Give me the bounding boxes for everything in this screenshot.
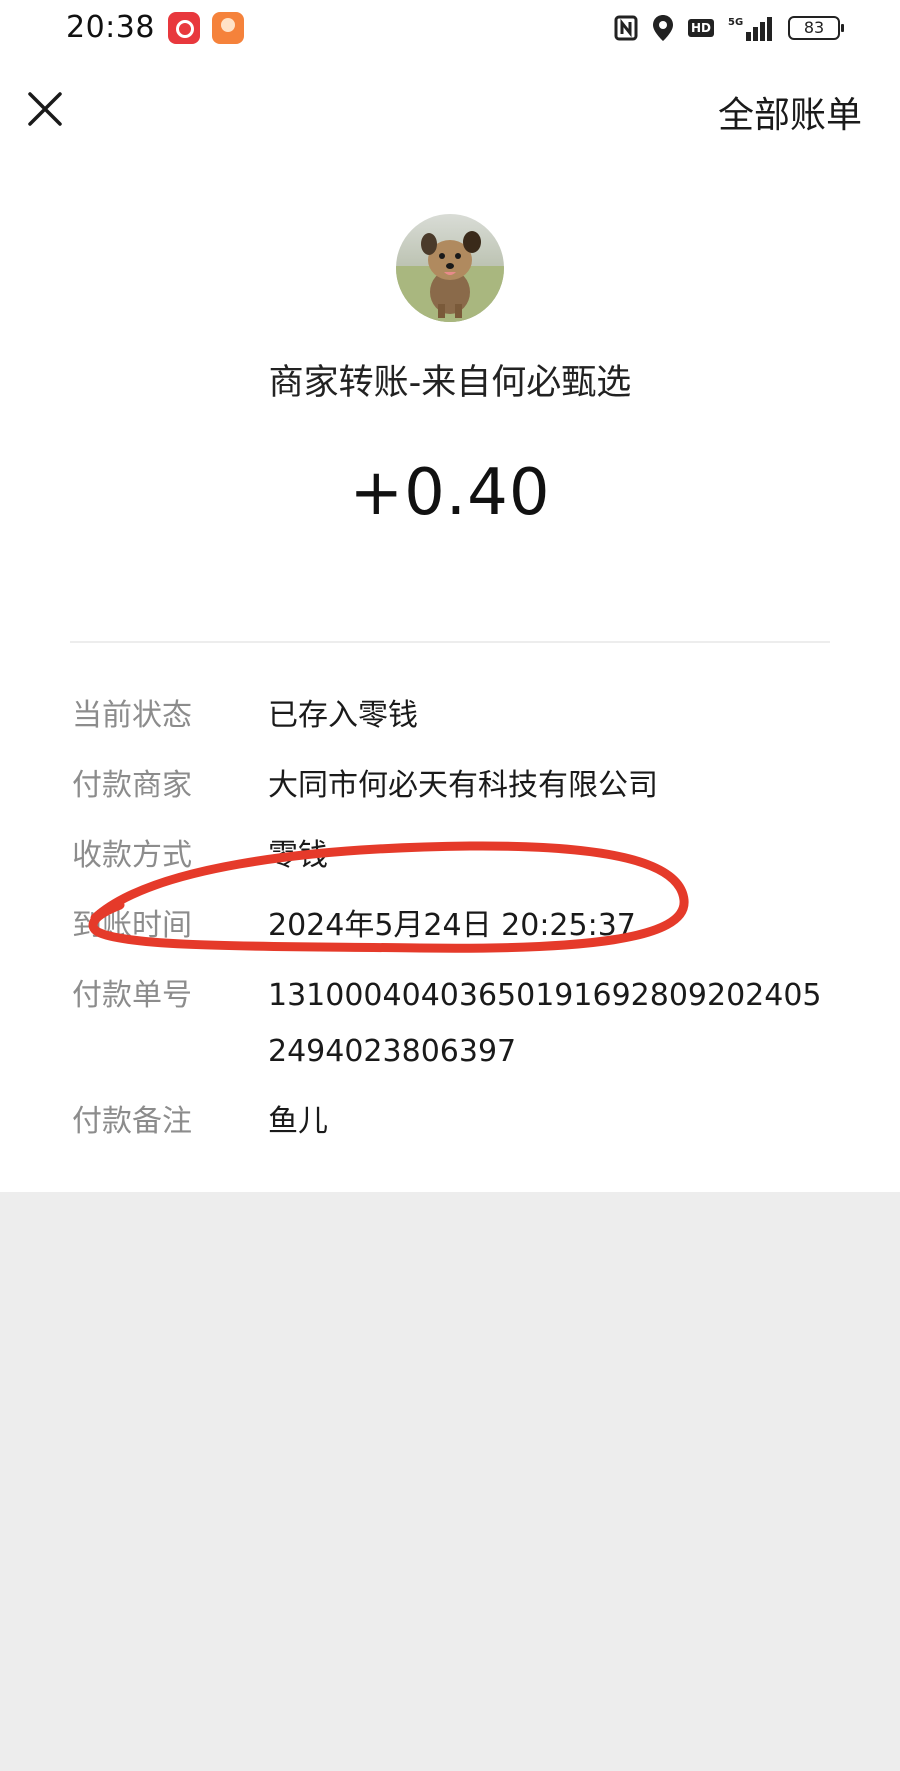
detail-value: 鱼儿 <box>268 1104 328 1139</box>
close-icon <box>28 92 62 126</box>
empty-background <box>0 1192 900 1771</box>
divider <box>70 641 830 643</box>
nfc-icon <box>614 15 638 41</box>
close-button[interactable] <box>22 86 68 132</box>
detail-label: 当前状态 <box>72 698 192 733</box>
detail-value: 2024年5月24日 20:25:37 <box>268 908 636 943</box>
hd-icon: HD <box>687 19 714 37</box>
detail-row-order-number: 付款单号 13100040403650191692809202405249402… <box>72 974 832 1080</box>
status-time: 20:38 <box>66 10 155 45</box>
merchant-title: 商家转账-来自何必甄选 <box>268 363 632 403</box>
status-bar: 20:38 HD 5G 83 <box>0 0 900 56</box>
detail-row-receive-method: 收款方式 零钱 <box>72 834 832 884</box>
signal-icon: 5G <box>728 17 772 41</box>
detail-row-arrival-time: 到账时间 2024年5月24日 20:25:37 <box>72 904 832 954</box>
detail-value: 已存入零钱 <box>268 698 418 733</box>
location-icon <box>652 15 673 41</box>
music-app-icon <box>168 12 200 44</box>
transaction-details: 当前状态 已存入零钱 付款商家 大同市何必天有科技有限公司 收款方式 零钱 到账… <box>72 694 832 1170</box>
transaction-amount: +0.40 <box>349 456 551 530</box>
merchant-avatar <box>396 214 504 322</box>
detail-label: 付款商家 <box>72 768 192 803</box>
all-bills-link[interactable]: 全部账单 <box>718 86 862 138</box>
detail-row-merchant: 付款商家 大同市何必天有科技有限公司 <box>72 764 832 814</box>
detail-label: 收款方式 <box>72 838 192 873</box>
detail-label: 付款单号 <box>72 978 192 1013</box>
detail-value: 1310004040365019169280920240524940238063… <box>268 978 822 1069</box>
detail-label: 付款备注 <box>72 1104 192 1139</box>
transaction-card: 商家转账-来自何必甄选 +0.40 当前状态 已存入零钱 付款商家 大同市何必天… <box>0 162 900 1192</box>
top-nav-bar: 全部账单 <box>0 56 900 162</box>
detail-value: 零钱 <box>268 838 328 873</box>
svg-text:5G: 5G <box>728 17 743 28</box>
detail-row-status: 当前状态 已存入零钱 <box>72 694 832 744</box>
detail-row-remark: 付款备注 鱼儿 <box>72 1100 832 1150</box>
detail-value: 大同市何必天有科技有限公司 <box>268 768 658 803</box>
shopping-app-icon <box>212 12 244 44</box>
system-icons: HD 5G 83 <box>614 10 844 46</box>
detail-label: 到账时间 <box>72 908 192 943</box>
battery-indicator: 83 <box>788 16 844 40</box>
